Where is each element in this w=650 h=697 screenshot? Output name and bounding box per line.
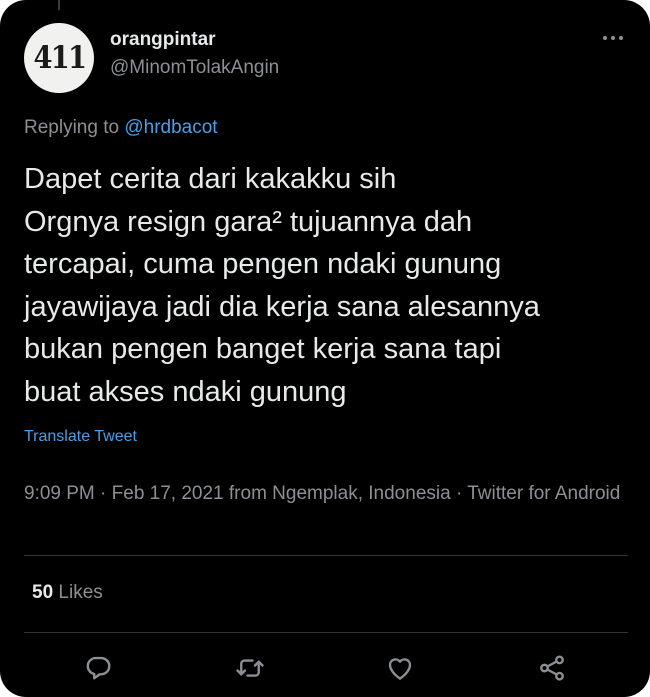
retweet-icon <box>236 659 264 677</box>
more-options-button[interactable] <box>596 30 630 46</box>
likes-stat[interactable]: 50 Likes <box>32 582 103 604</box>
retweet-button[interactable] <box>234 652 266 684</box>
tweet-card: 411 orangpintar @MinomTolakAngin Replyin… <box>0 0 650 697</box>
replying-to-line: Replying to @hrdbacot <box>24 117 218 139</box>
heart-icon <box>388 658 412 680</box>
more-dots-icon <box>603 36 607 40</box>
divider <box>24 632 628 633</box>
author-handle[interactable]: @MinomTolakAngin <box>110 57 279 79</box>
share-button[interactable] <box>536 652 568 684</box>
like-button[interactable] <box>384 652 416 684</box>
avatar-logo-text: 411 <box>33 40 86 76</box>
replying-to-link[interactable]: @hrdbacot <box>124 117 217 138</box>
likes-label: Likes <box>53 582 103 603</box>
more-dots-icon <box>619 36 623 40</box>
author-display-name[interactable]: orangpintar <box>110 29 216 51</box>
reply-button[interactable] <box>82 652 114 684</box>
replying-to-label: Replying to <box>24 117 125 138</box>
more-dots-icon <box>611 36 615 40</box>
share-icon <box>540 655 564 681</box>
tweet-text: Dapet cerita dari kakakku sih Orgnya res… <box>24 163 540 408</box>
tweet-metadata: 9:09 PM · Feb 17, 2021 from Ngemplak, In… <box>24 483 621 504</box>
avatar[interactable]: 411 <box>24 23 94 93</box>
translate-tweet-link[interactable]: Translate Tweet <box>24 428 137 446</box>
likes-count: 50 <box>32 582 54 603</box>
reply-bubble-icon <box>86 656 111 680</box>
thread-connector-line <box>58 0 60 10</box>
divider <box>24 555 628 556</box>
